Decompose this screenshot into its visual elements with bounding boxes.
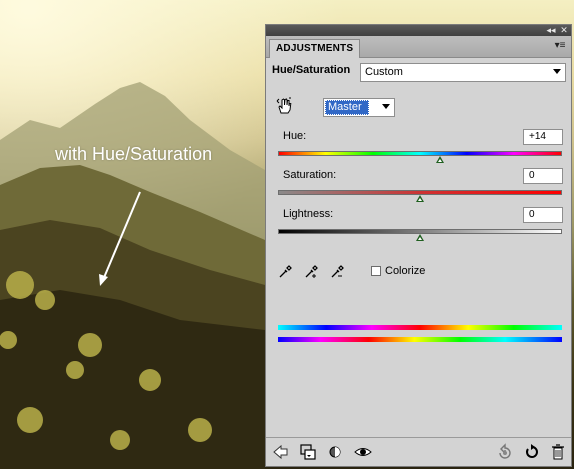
panel-tab-row: ADJUSTMENTS ▾≡ — [266, 36, 571, 58]
targeted-adjustment-hand-icon[interactable] — [276, 97, 292, 115]
hue-slider-thumb[interactable] — [435, 156, 444, 163]
eyedropper-add-icon[interactable] — [304, 265, 318, 279]
chevron-down-icon — [553, 69, 561, 74]
layer-mask-icon[interactable] — [326, 443, 344, 461]
channel-value: Master — [325, 100, 369, 115]
tab-adjustments[interactable]: ADJUSTMENTS — [269, 39, 361, 58]
reset-icon[interactable] — [523, 443, 541, 461]
colorize-checkbox[interactable] — [371, 266, 381, 276]
colorize-label: Colorize — [385, 265, 426, 277]
clip-to-layer-icon[interactable] — [299, 443, 317, 461]
back-arrow-icon[interactable] — [272, 443, 290, 461]
section-title: Hue/Saturation — [272, 64, 351, 76]
eyedropper-icon[interactable] — [278, 265, 292, 279]
hue-value-field[interactable]: +14 — [523, 129, 563, 145]
eyedropper-subtract-icon[interactable] — [330, 265, 344, 279]
visibility-eye-icon[interactable] — [354, 443, 372, 461]
annotation-caption: with Hue/Saturation — [55, 144, 213, 164]
lightness-slider-thumb[interactable] — [416, 234, 424, 241]
panel-bottom-toolbar — [266, 437, 571, 466]
double-chevron-left-icon[interactable]: ◂◂ — [545, 25, 557, 36]
panel-titlebar: ◂◂ ✕ — [266, 25, 571, 36]
lightness-value-field[interactable]: 0 — [523, 207, 563, 223]
hue-slider-track[interactable] — [278, 151, 562, 156]
panel-menu-icon[interactable]: ▾≡ — [553, 39, 567, 53]
channel-dropdown[interactable]: Master — [323, 98, 395, 117]
saturation-value-field[interactable]: 0 — [523, 168, 563, 184]
close-icon[interactable]: ✕ — [558, 25, 570, 36]
chevron-down-icon — [382, 104, 390, 109]
lightness-label: Lightness: — [283, 208, 334, 220]
preset-value: Custom — [365, 66, 403, 78]
saturation-slider-thumb[interactable] — [416, 195, 424, 202]
saturation-label: Saturation: — [283, 169, 337, 181]
input-spectrum-bar — [278, 325, 562, 330]
hue-label: Hue: — [283, 130, 307, 142]
adjustments-panel: ◂◂ ✕ ADJUSTMENTS ▾≡ Hue/Saturation Custo… — [265, 24, 572, 467]
output-spectrum-bar — [278, 337, 562, 342]
view-previous-state-icon[interactable] — [496, 443, 514, 461]
preset-dropdown[interactable]: Custom — [360, 63, 566, 82]
trash-icon[interactable] — [549, 443, 567, 461]
